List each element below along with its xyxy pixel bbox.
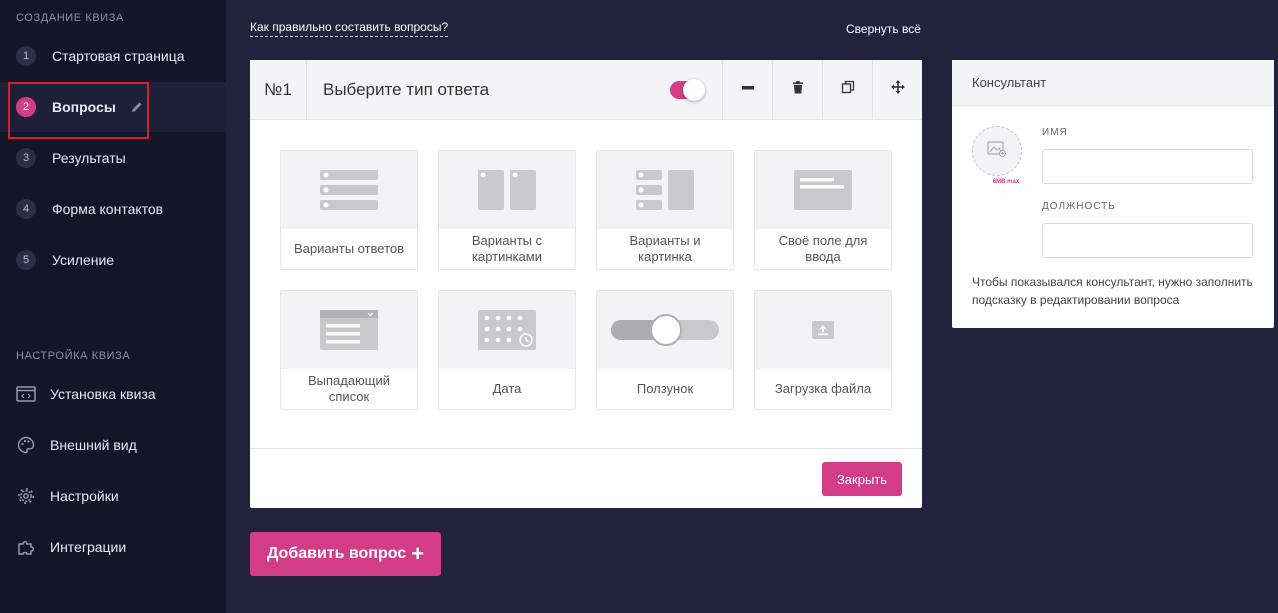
gear-icon [16, 486, 36, 506]
sidebar-item-start-page[interactable]: 1 Стартовая страница [0, 31, 226, 81]
answer-type-label: Варианты и картинка [629, 233, 701, 264]
trash-icon [792, 80, 804, 99]
step-number: 4 [16, 199, 36, 219]
answer-type-variants-and-image[interactable]: Варианты и картинка [596, 150, 734, 270]
palette-icon [16, 435, 36, 455]
sidebar-item-boost[interactable]: 5 Усиление [0, 235, 226, 285]
sidebar-item-label: Усиление [52, 252, 115, 268]
question-footer: Закрыть [250, 448, 922, 508]
position-label: ДОЛЖНОСТЬ [1042, 201, 1116, 212]
sidebar-item-label: Установка квиза [50, 386, 156, 402]
consultant-name-input[interactable] [1042, 149, 1253, 184]
consultant-note: Чтобы показывался консультант, нужно зап… [972, 275, 1253, 307]
answer-type-label: Ползунок [636, 381, 694, 396]
answer-type-custom-field[interactable]: Своё поле для ввода [754, 150, 892, 270]
section-title-settings: НАСТРОЙКА КВИЗА [16, 350, 131, 362]
question-enabled-toggle[interactable] [670, 78, 705, 101]
sidebar-item-integrations[interactable]: Интеграции [0, 522, 226, 572]
close-button[interactable]: Закрыть [822, 462, 902, 496]
question-title: Выберите тип ответа [323, 79, 490, 99]
dropdown-icon [281, 291, 417, 369]
answer-type-image-variants[interactable]: Варианты с картинками [438, 150, 576, 270]
help-link[interactable]: Как правильно составить вопросы? [250, 20, 449, 37]
selection-highlight [8, 82, 149, 139]
sidebar-item-settings[interactable]: Настройки [0, 471, 226, 521]
consultant-position-input[interactable] [1042, 223, 1253, 258]
code-window-icon [16, 384, 36, 404]
puzzle-icon [16, 537, 36, 557]
sidebar-item-appearance[interactable]: Внешний вид [0, 420, 226, 470]
avatar-size-limit: 6MB max [992, 179, 1020, 185]
sidebar-item-label: Интеграции [50, 539, 127, 555]
question-card: №1 Выберите тип ответа Варианты ответов … [250, 60, 922, 508]
sidebar-item-contact-form[interactable]: 4 Форма контактов [0, 184, 226, 234]
step-number: 3 [16, 148, 36, 168]
copy-icon [841, 80, 855, 99]
step-number: 5 [16, 250, 36, 270]
sidebar-item-label: Результаты [52, 150, 126, 166]
answer-type-dropdown[interactable]: Выпадающий список [280, 290, 418, 410]
sidebar-item-label: Стартовая страница [52, 48, 185, 64]
answer-type-label: Загрузка файла [774, 381, 872, 396]
add-question-label: Добавить вопрос [266, 545, 407, 562]
image-upload-icon [987, 140, 1007, 163]
consultant-title: Консультант [952, 60, 1274, 106]
answer-type-file-upload[interactable]: Загрузка файла [754, 290, 892, 410]
answer-type-label: Варианты с картинками [471, 233, 543, 264]
answer-type-date[interactable]: Дата [438, 290, 576, 410]
list-with-image-icon [597, 151, 733, 229]
move-icon [890, 80, 905, 99]
calendar-icon [439, 291, 575, 369]
list-icon [281, 151, 417, 229]
sidebar: СОЗДАНИЕ КВИЗА 1 Стартовая страница 2 Во… [0, 0, 226, 613]
answer-type-slider[interactable]: Ползунок [596, 290, 734, 410]
text-field-icon [755, 151, 891, 229]
slider-icon [597, 291, 733, 369]
name-label: ИМЯ [1042, 127, 1068, 138]
consultant-panel: Консультант 6MB max ИМЯ ДОЛЖНОСТЬ Чтобы … [952, 60, 1274, 328]
collapse-question-button[interactable] [722, 60, 772, 119]
question-header: №1 Выберите тип ответа [250, 60, 922, 120]
move-question-handle[interactable] [872, 60, 922, 119]
sidebar-item-label: Форма контактов [52, 201, 164, 217]
delete-question-button[interactable] [772, 60, 822, 119]
sidebar-item-results[interactable]: 3 Результаты [0, 133, 226, 183]
collapse-all-link[interactable]: Свернуть всё [846, 22, 921, 36]
question-number: №1 [250, 60, 307, 119]
add-question-button[interactable]: Добавить вопрос + [250, 532, 441, 576]
answer-type-label: Своё поле для ввода [778, 233, 868, 264]
image-cards-icon [439, 151, 575, 229]
copy-question-button[interactable] [822, 60, 872, 119]
sidebar-item-label: Внешний вид [50, 437, 137, 453]
sidebar-item-install[interactable]: Установка квиза [0, 369, 226, 419]
sidebar-item-label: Настройки [50, 488, 119, 504]
answer-type-label: Варианты ответов [293, 241, 405, 256]
step-number: 1 [16, 46, 36, 66]
upload-icon [755, 291, 891, 369]
minus-icon [741, 80, 755, 99]
answer-type-label: Дата [492, 381, 522, 396]
answer-type-label: Выпадающий список [307, 373, 391, 404]
answer-type-variants[interactable]: Варианты ответов [280, 150, 418, 270]
plus-icon: + [411, 541, 425, 566]
section-title-create: СОЗДАНИЕ КВИЗА [16, 12, 124, 24]
answer-type-grid: Варианты ответов Варианты с картинками В… [280, 150, 892, 410]
avatar-upload[interactable] [972, 126, 1022, 176]
